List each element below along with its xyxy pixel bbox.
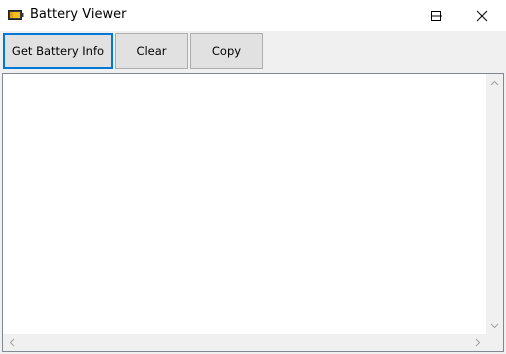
close-button[interactable]: [459, 0, 505, 31]
maximize-icon: [430, 10, 442, 22]
get-battery-info-button[interactable]: Get Battery Info: [3, 33, 113, 69]
scroll-left-icon[interactable]: [3, 334, 20, 351]
vertical-scrollbar[interactable]: [486, 74, 503, 334]
scroll-up-icon[interactable]: [486, 74, 503, 91]
horizontal-scrollbar[interactable]: [3, 334, 486, 351]
app-window: Battery Viewer Get Battery Info Clear Co…: [0, 0, 506, 354]
scrollbar-corner: [486, 334, 503, 351]
title-bar[interactable]: Battery Viewer: [0, 0, 506, 31]
output-textbox[interactable]: [2, 73, 504, 352]
battery-icon: [8, 7, 24, 23]
window-title: Battery Viewer: [30, 7, 127, 22]
close-icon: [476, 10, 488, 22]
copy-button[interactable]: Copy: [190, 33, 263, 69]
toolbar: Get Battery Info Clear Copy: [0, 31, 506, 73]
scroll-down-icon[interactable]: [486, 317, 503, 334]
scroll-right-icon[interactable]: [469, 334, 486, 351]
clear-button[interactable]: Clear: [115, 33, 188, 69]
maximize-btn[interactable]: [413, 0, 459, 31]
